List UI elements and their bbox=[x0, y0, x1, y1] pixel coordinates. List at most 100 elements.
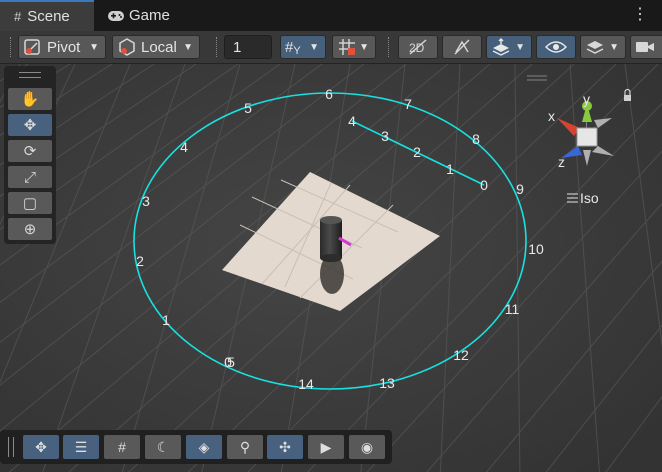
cylinder-top bbox=[320, 216, 342, 224]
gizmo-y-label: y bbox=[583, 91, 590, 107]
circle-label: 11 bbox=[505, 301, 520, 317]
chevron-down-icon: ▼ bbox=[183, 41, 193, 53]
more-options-icon[interactable]: ⋮ bbox=[632, 5, 648, 25]
grid-axis-label: Y bbox=[293, 45, 301, 57]
tab-bar: # Scene Game ⋮ bbox=[0, 0, 662, 31]
scene-toolbar: Pivot ▼ Local ▼ 1 # Y ▼ ▼ 2D ▼ ▼ bbox=[0, 31, 662, 64]
grid-icon: # bbox=[14, 9, 22, 24]
tab-scene[interactable]: # Scene bbox=[0, 0, 94, 31]
2d-icon: 2D bbox=[409, 39, 427, 55]
align-button[interactable]: ☰ bbox=[63, 435, 99, 459]
snap-grid-icon bbox=[339, 39, 355, 55]
compass-icon: ◉ bbox=[360, 438, 374, 455]
move-tool-button[interactable]: ✥ bbox=[8, 114, 52, 136]
toolbar-grip bbox=[10, 37, 13, 57]
chevron-down-icon: ▼ bbox=[309, 41, 319, 53]
scale-tool-button[interactable]: ⤢ bbox=[8, 166, 52, 188]
video-camera-icon: ▶ bbox=[320, 438, 332, 455]
eye-icon bbox=[545, 41, 567, 53]
line-label: 3 bbox=[381, 128, 389, 144]
transform-icon: ⊕ bbox=[23, 221, 37, 238]
toggle-2d-button[interactable]: 2D bbox=[398, 35, 438, 59]
line-label: 4 bbox=[348, 113, 356, 129]
bottom-overlay-toolbar: ✥ ☰ # ☾ ◈ ⚲ ✣ ▶ ◉ bbox=[0, 430, 392, 464]
circle-label: 1 bbox=[162, 312, 170, 328]
layers-icon bbox=[586, 41, 604, 54]
grid-axis-icon: # bbox=[285, 38, 294, 56]
nodes-button[interactable]: ✣ bbox=[267, 435, 303, 459]
magnify-icon: ⚲ bbox=[239, 438, 251, 455]
local-label: Local bbox=[141, 38, 177, 56]
layers-dropdown[interactable]: ▼ bbox=[580, 35, 626, 59]
toggle-lighting-button[interactable] bbox=[442, 35, 482, 59]
camera-view-button[interactable]: ▶ bbox=[308, 435, 344, 459]
gizmo-x-label: x bbox=[548, 108, 555, 124]
circle-label: 3 bbox=[142, 193, 150, 209]
line-label: 2 bbox=[413, 144, 421, 160]
circle-label: 10 bbox=[528, 241, 544, 257]
tab-game-label: Game bbox=[129, 7, 170, 24]
grid-snap-value: 1 bbox=[233, 38, 242, 56]
toolbar-grip bbox=[216, 37, 219, 57]
hand-tool-button[interactable]: ✋ bbox=[8, 88, 52, 110]
search-button[interactable]: ⚲ bbox=[227, 435, 263, 459]
nodes-icon: ✣ bbox=[279, 438, 291, 455]
circle-label: 8 bbox=[472, 131, 480, 147]
move-snap-icon: ✥ bbox=[35, 438, 47, 455]
chevron-down-icon: ▼ bbox=[515, 41, 525, 53]
grid-snap-input[interactable]: 1 bbox=[224, 35, 272, 59]
pivot-dropdown[interactable]: Pivot ▼ bbox=[18, 35, 106, 59]
circle-label: 5 bbox=[227, 354, 235, 370]
snap-settings-dropdown[interactable]: ▼ bbox=[332, 35, 376, 59]
lock-icon[interactable] bbox=[624, 95, 631, 101]
tab-scene-label: Scene bbox=[27, 8, 70, 25]
pivot-icon bbox=[24, 39, 40, 55]
hand-icon: ✋ bbox=[20, 91, 40, 108]
circle-label: 12 bbox=[453, 347, 469, 363]
effects-dropdown[interactable]: ▼ bbox=[486, 35, 532, 59]
rotate-tool-button[interactable]: ⟳ bbox=[8, 140, 52, 162]
align-icon: ☰ bbox=[74, 438, 88, 455]
scene-viewport[interactable]: 012345678910111213145 01234 x y z Iso bbox=[0, 64, 662, 472]
rect-tool-button[interactable]: ▢ bbox=[8, 192, 52, 214]
transform-tool-button[interactable]: ⊕ bbox=[8, 218, 52, 240]
surface-snap-icon: ◈ bbox=[198, 438, 210, 455]
toolbar-grip bbox=[388, 37, 391, 57]
tools-drag-handle[interactable] bbox=[19, 72, 41, 78]
camera-dropdown[interactable] bbox=[630, 35, 662, 59]
camera-icon bbox=[636, 42, 654, 52]
circle-label: 6 bbox=[325, 86, 333, 102]
move-icon: ✥ bbox=[23, 117, 37, 134]
gamepad-icon bbox=[108, 10, 124, 21]
circle-label: 14 bbox=[298, 376, 314, 392]
bottom-toolbar-grip[interactable] bbox=[8, 437, 14, 457]
local-cube-icon bbox=[119, 38, 135, 56]
tab-game[interactable]: Game bbox=[107, 0, 170, 31]
surface-snap-button[interactable]: ◈ bbox=[186, 435, 222, 459]
effects-layers-icon bbox=[492, 38, 510, 56]
line-label: 1 bbox=[446, 161, 454, 177]
rect-icon: ▢ bbox=[22, 195, 38, 212]
compass-button[interactable]: ◉ bbox=[349, 435, 385, 459]
grid-axis-dropdown[interactable]: # Y ▼ bbox=[280, 35, 326, 59]
local-dropdown[interactable]: Local ▼ bbox=[112, 35, 200, 59]
tools-overlay: ✋ ✥ ⟳ ⤢ ▢ ⊕ bbox=[4, 66, 56, 244]
circle-label: 13 bbox=[379, 375, 395, 391]
cylinder-bottom bbox=[320, 254, 342, 262]
grid-toggle-button[interactable]: # bbox=[104, 435, 140, 459]
gizmo-center-cube[interactable] bbox=[576, 127, 598, 147]
circle-label: 7 bbox=[404, 96, 412, 112]
night-mode-button[interactable]: ☾ bbox=[145, 435, 181, 459]
circle-label: 5 bbox=[244, 100, 252, 116]
lighting-off-icon bbox=[454, 39, 470, 55]
iso-label: Iso bbox=[580, 190, 599, 206]
grid-toggle-icon: # bbox=[118, 439, 126, 455]
line-label: 0 bbox=[480, 177, 488, 193]
scene-visibility-button[interactable] bbox=[536, 35, 576, 59]
chevron-down-icon: ▼ bbox=[359, 41, 369, 53]
rotate-icon: ⟳ bbox=[23, 143, 37, 160]
move-snap-button[interactable]: ✥ bbox=[23, 435, 59, 459]
gizmo-z-label: z bbox=[558, 154, 565, 170]
pivot-label: Pivot bbox=[47, 38, 81, 56]
circle-label: 2 bbox=[136, 253, 144, 269]
